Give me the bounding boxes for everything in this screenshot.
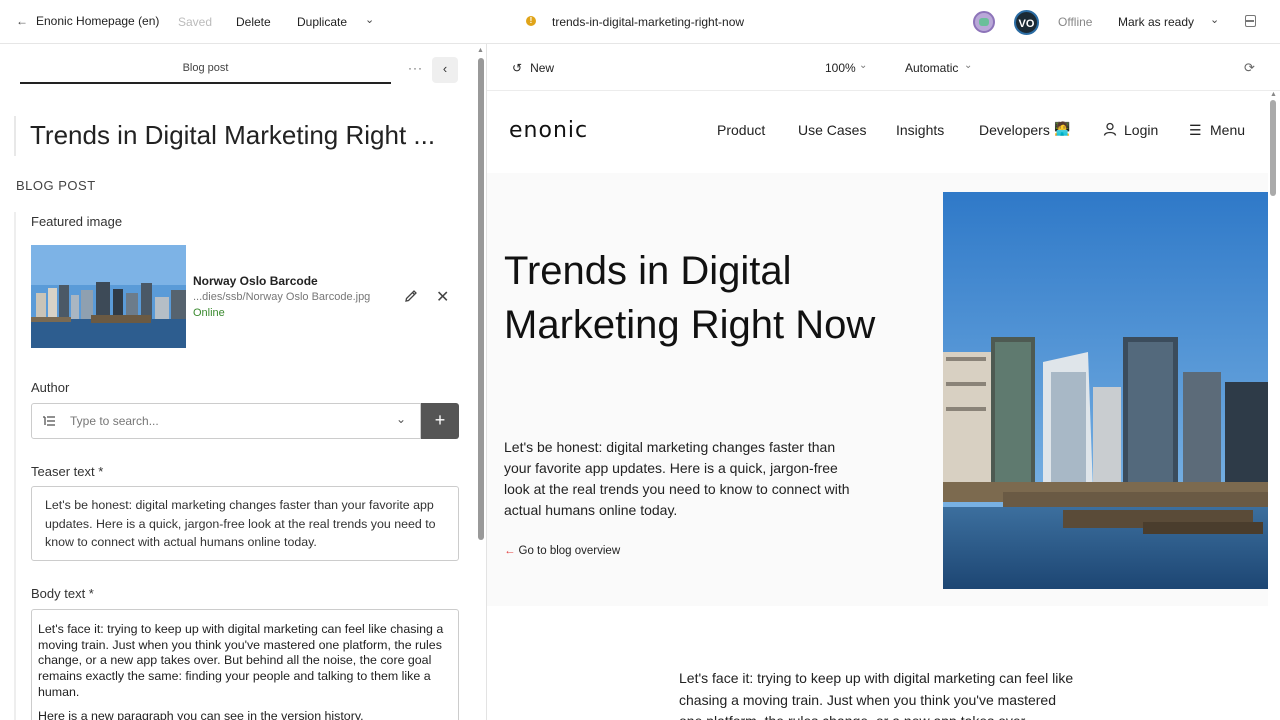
tab-indicator	[20, 82, 391, 84]
arrow-left-icon: ←	[504, 545, 516, 557]
site-logo[interactable]: enonic	[509, 118, 588, 143]
blog-overview-label: Go to blog overview	[518, 545, 621, 557]
image-name: Norway Oslo Barcode	[193, 274, 318, 288]
form-scrollbar[interactable]	[478, 58, 484, 540]
teaser-text-label: Teaser text *	[31, 464, 104, 479]
saved-button[interactable]: Saved	[178, 15, 212, 29]
title-divider	[14, 116, 16, 156]
nav-item-developers[interactable]: Developers	[979, 122, 1050, 138]
featured-image-thumbnail[interactable]	[31, 245, 186, 348]
more-options-icon[interactable]: ···	[408, 61, 423, 75]
hero-intro: Let's be honest: digital marketing chang…	[504, 439, 850, 518]
hero-image	[943, 192, 1268, 589]
user-icon	[1103, 122, 1117, 139]
tab-blog-post[interactable]: Blog post	[20, 62, 391, 74]
add-author-button[interactable]: +	[421, 403, 459, 439]
remove-image-icon[interactable]: ✕	[436, 287, 449, 307]
chevron-down-icon[interactable]: ⌄	[964, 60, 972, 71]
zoom-select[interactable]: 100%	[825, 61, 856, 75]
collaborator-avatar[interactable]	[973, 11, 995, 33]
body-text-label: Body text *	[31, 586, 94, 601]
oslo-barcode-thumbnail-image	[31, 245, 186, 348]
duplicate-button[interactable]: Duplicate	[297, 15, 347, 29]
author-search-input[interactable]: Type to search... ⌄	[31, 403, 421, 439]
body-paragraph: Let's face it: trying to keep up with di…	[38, 622, 444, 699]
featured-image-label: Featured image	[31, 214, 123, 229]
toggle-panel-icon[interactable]	[1245, 15, 1256, 27]
preview-mode-select[interactable]: Automatic	[905, 61, 958, 75]
content-form-panel: Blog post ··· ‹ Trends in Digital Market…	[0, 44, 476, 720]
chevron-down-icon[interactable]: ⌄	[396, 412, 406, 426]
top-toolbar: ← Enonic Homepage (en) Saved Delete Dupl…	[0, 0, 1280, 44]
nav-item-menu[interactable]: Menu	[1210, 122, 1245, 138]
oslo-barcode-hero-image	[943, 192, 1268, 589]
history-icon: ↺	[512, 61, 523, 75]
page-title[interactable]: Trends in Digital Marketing Right ...	[30, 120, 435, 151]
image-status: Online	[193, 307, 225, 319]
image-path: ...dies/ssb/Norway Oslo Barcode.jpg	[193, 291, 371, 303]
avatar-face-icon	[979, 18, 989, 26]
site-header: enonic Product Use Cases Insights Develo…	[487, 91, 1268, 173]
delete-button[interactable]: Delete	[236, 15, 271, 29]
nav-item-insights[interactable]: Insights	[896, 122, 944, 138]
version-label: New	[530, 61, 555, 75]
author-label: Author	[31, 380, 70, 395]
mark-as-ready-button[interactable]: Mark as ready	[1118, 15, 1194, 29]
section-heading: BLOG POST	[16, 178, 96, 193]
chevron-down-icon[interactable]: ⌄	[1210, 13, 1219, 26]
content-path: trends-in-digital-marketing-right-now	[552, 15, 745, 29]
article-body: Let's face it: trying to keep up with di…	[487, 606, 1268, 720]
site-preview: enonic Product Use Cases Insights Develo…	[487, 91, 1268, 720]
teaser-text-field[interactable]: Let's be honest: digital marketing chang…	[31, 486, 459, 561]
fields-divider	[14, 212, 16, 720]
developer-emoji-icon: 🧑‍💻	[1054, 121, 1071, 136]
refresh-icon[interactable]: ⟳	[1244, 60, 1255, 76]
nav-item-use-cases[interactable]: Use Cases	[798, 122, 866, 138]
body-text-editor[interactable]: Let's face it: trying to keep up with di…	[31, 609, 459, 720]
warning-icon: !	[526, 16, 536, 26]
body-paragraph: Here is a new paragraph you can see in t…	[38, 708, 364, 720]
nav-item-login[interactable]: Login	[1124, 122, 1158, 138]
back-button[interactable]: ← Enonic Homepage (en)	[16, 14, 159, 28]
edit-pencil-icon[interactable]	[403, 288, 419, 304]
chevron-down-icon[interactable]: ⌄	[365, 13, 374, 26]
preview-scrollbar[interactable]	[1270, 100, 1276, 196]
hamburger-menu-icon: ☰	[1189, 122, 1202, 138]
author-search-placeholder: Type to search...	[70, 414, 159, 428]
version-history-button[interactable]: ↺ New	[512, 61, 554, 75]
blog-overview-link[interactable]: ← Go to blog overview	[504, 545, 620, 557]
nav-item-product[interactable]: Product	[717, 122, 765, 138]
hero-title: Trends in Digital Marketing Right Now	[504, 249, 876, 347]
user-avatar[interactable]: VO	[1014, 10, 1039, 35]
tree-list-icon	[43, 416, 55, 426]
collapse-panel-button[interactable]: ‹	[432, 57, 458, 83]
scroll-up-icon[interactable]: ▲	[1270, 91, 1277, 98]
scroll-up-icon[interactable]: ▲	[477, 47, 484, 54]
article-paragraph: Let's face it: trying to keep up with di…	[679, 670, 1074, 720]
status-badge: Offline	[1058, 15, 1093, 29]
chevron-down-icon[interactable]: ⌄	[859, 60, 867, 71]
back-label: Enonic Homepage (en)	[36, 14, 160, 28]
preview-toolbar: ↺ New 100% ⌄ Automatic ⌄ ⟳	[487, 44, 1280, 91]
arrow-left-icon: ←	[16, 14, 28, 28]
